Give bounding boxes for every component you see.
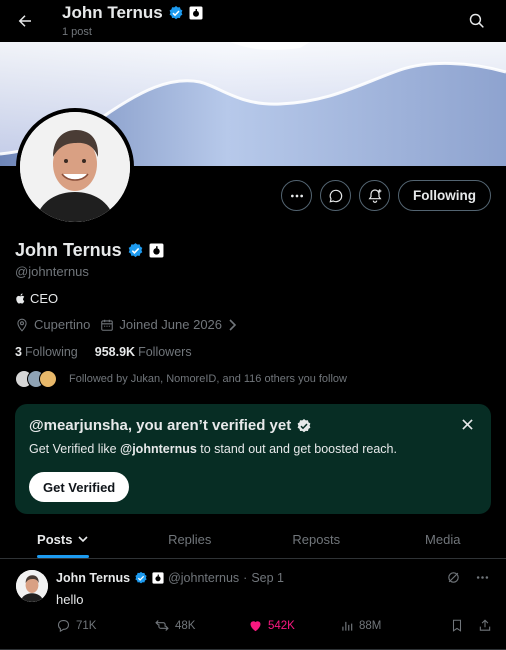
more-icon bbox=[290, 194, 303, 197]
verification-title: @mearjunsha, you aren’t verified yet bbox=[29, 417, 312, 434]
affiliate-badge-icon[interactable] bbox=[149, 243, 164, 258]
post-secondary-actions bbox=[450, 618, 492, 633]
calendar-icon bbox=[101, 319, 114, 331]
chevron-right-icon bbox=[229, 318, 237, 331]
avatar-image bbox=[20, 112, 130, 222]
bio-text: CEO bbox=[30, 291, 59, 306]
more-button[interactable] bbox=[281, 180, 312, 211]
views-count: 88M bbox=[359, 619, 382, 632]
message-button[interactable] bbox=[320, 180, 351, 211]
repost-icon bbox=[155, 620, 169, 631]
like-button[interactable]: 542K bbox=[248, 618, 310, 633]
back-arrow-icon bbox=[18, 15, 31, 27]
tab-reposts-label: Reposts bbox=[292, 531, 341, 547]
grok-icon[interactable] bbox=[446, 570, 461, 585]
post-top-actions bbox=[446, 570, 490, 585]
tab-posts-label: Posts bbox=[37, 531, 73, 547]
notifications-button[interactable] bbox=[359, 180, 390, 211]
verified-badge-icon bbox=[135, 571, 147, 584]
mini-avatar bbox=[39, 370, 57, 388]
like-count: 542K bbox=[268, 619, 295, 632]
following-label: Following bbox=[24, 345, 78, 359]
post-actions: 71K 48K 542K 88M bbox=[56, 618, 492, 633]
following-link[interactable]: 3 Following bbox=[15, 345, 78, 359]
post-count: 1 post bbox=[62, 26, 92, 38]
post-separator: · bbox=[243, 571, 248, 585]
share-icon[interactable] bbox=[478, 618, 492, 633]
followed-by-text: Followed by Jukan, NomoreID, and 116 oth… bbox=[69, 373, 347, 385]
location: Cupertino bbox=[15, 317, 90, 332]
verified-badge-icon bbox=[297, 418, 311, 432]
profile-avatar[interactable] bbox=[16, 108, 134, 226]
profile-handle: @johnternus bbox=[15, 264, 89, 279]
tab-posts-inner: Posts bbox=[37, 532, 89, 547]
verification-card: @mearjunsha, you aren’t verified yet Get… bbox=[15, 404, 491, 514]
close-card-button[interactable] bbox=[459, 416, 475, 432]
verified-badge-icon[interactable] bbox=[127, 242, 144, 259]
bookmark-icon[interactable] bbox=[450, 618, 464, 633]
get-verified-button[interactable]: Get Verified bbox=[29, 472, 130, 502]
affiliate-badge-icon bbox=[152, 572, 164, 584]
profile-name-text: John Ternus bbox=[15, 240, 122, 260]
joined-text: Joined June 2026 bbox=[119, 317, 223, 332]
notifications-icon bbox=[368, 188, 381, 203]
more-icon[interactable] bbox=[475, 570, 490, 585]
location-icon bbox=[17, 318, 27, 332]
chevron-down-icon bbox=[78, 536, 89, 543]
followers-link[interactable]: 958.9K Followers bbox=[95, 345, 192, 359]
repost-button[interactable]: 48K bbox=[154, 618, 216, 633]
profile-meta: Cupertino Joined June 2026 bbox=[15, 317, 247, 332]
verification-text-handle: @johnternus bbox=[120, 442, 197, 456]
heart-icon bbox=[250, 621, 261, 632]
affiliate-badge-icon bbox=[189, 6, 203, 20]
followed-by-avatars bbox=[15, 370, 57, 388]
views-icon bbox=[342, 621, 353, 631]
verification-text-suffix: to stand out and get boosted reach. bbox=[196, 442, 397, 456]
profile-header: John Ternus 1 post bbox=[0, 0, 506, 42]
post-header: John Ternus @johnternus · Sep 1 bbox=[56, 571, 284, 585]
profile-name: John Ternus bbox=[15, 240, 164, 261]
post-avatar[interactable] bbox=[16, 570, 48, 602]
tab-posts[interactable]: Posts bbox=[0, 520, 127, 558]
tab-replies-label: Replies bbox=[168, 531, 212, 547]
tab-media-label: Media bbox=[425, 531, 461, 547]
tab-reposts[interactable]: Reposts bbox=[253, 520, 380, 558]
profile-bio: CEO bbox=[15, 291, 58, 306]
tab-replies[interactable]: Replies bbox=[127, 520, 254, 558]
tab-media[interactable]: Media bbox=[380, 520, 506, 558]
message-icon bbox=[329, 189, 342, 202]
joined-date[interactable]: Joined June 2026 bbox=[100, 317, 237, 332]
close-icon bbox=[461, 418, 473, 430]
verification-text-prefix: Get Verified like bbox=[29, 442, 121, 456]
apple-logo-icon bbox=[16, 293, 25, 304]
repost-count: 48K bbox=[175, 619, 196, 632]
verification-title-text: @mearjunsha, you aren’t verified yet bbox=[29, 417, 292, 434]
followers-count: 958.9K bbox=[94, 345, 136, 359]
followed-by[interactable]: Followed by Jukan, NomoreID, and 116 oth… bbox=[15, 370, 347, 388]
profile-tabs: Posts Replies Reposts Media bbox=[0, 520, 506, 559]
reply-icon bbox=[57, 619, 70, 633]
post-time[interactable]: Sep 1 bbox=[251, 571, 284, 585]
header-name-text: John Ternus bbox=[62, 3, 163, 22]
post-text: hello bbox=[56, 592, 84, 607]
post-avatar-image bbox=[16, 570, 48, 602]
reply-count: 71K bbox=[76, 619, 97, 632]
header-title: John Ternus bbox=[62, 3, 203, 23]
followers-label: Followers bbox=[138, 345, 192, 359]
back-button[interactable] bbox=[10, 6, 40, 36]
search-icon bbox=[469, 13, 484, 28]
following-button[interactable]: Following bbox=[398, 180, 491, 211]
location-text: Cupertino bbox=[34, 317, 91, 332]
verification-text: Get Verified like @johnternus to stand o… bbox=[29, 442, 397, 456]
follow-counts: 3 Following 958.9K Followers bbox=[15, 345, 192, 359]
search-button[interactable] bbox=[464, 8, 488, 32]
views-button[interactable]: 88M bbox=[340, 619, 381, 633]
verified-badge-icon bbox=[169, 6, 183, 20]
reply-button[interactable]: 71K bbox=[56, 618, 118, 633]
post-author-name[interactable]: John Ternus bbox=[56, 571, 130, 585]
post-author-handle[interactable]: @johnternus bbox=[168, 571, 239, 585]
post-item[interactable]: John Ternus @johnternus · Sep 1 hello 71… bbox=[0, 560, 506, 650]
following-count: 3 bbox=[15, 345, 22, 359]
profile-actions: Following bbox=[281, 180, 491, 211]
